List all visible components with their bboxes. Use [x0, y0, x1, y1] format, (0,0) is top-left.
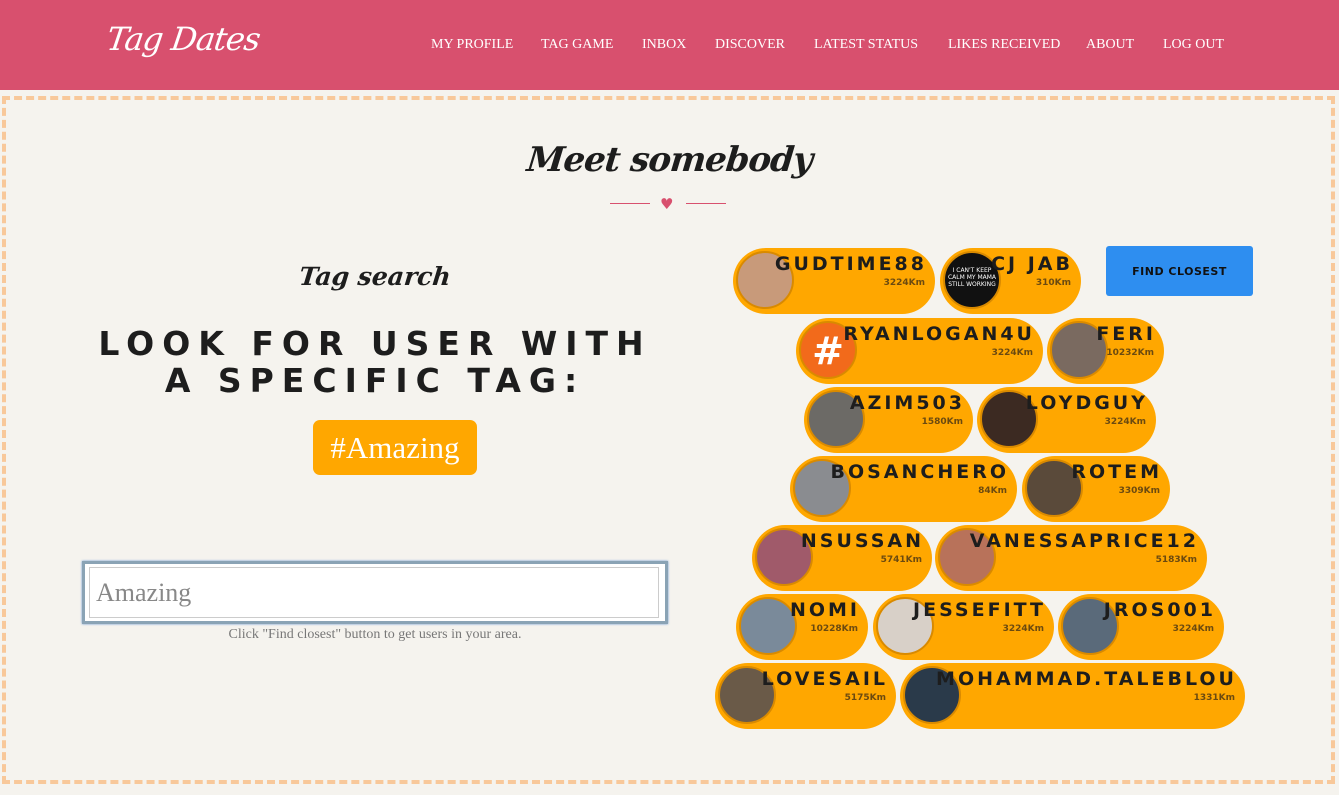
- page-title: Meet somebody: [524, 140, 815, 180]
- user-name: FERI: [1096, 323, 1156, 345]
- tag-search-box: [82, 561, 668, 624]
- nav-tag-game[interactable]: TAG GAME: [541, 37, 613, 53]
- user-avatar: [739, 597, 797, 655]
- user-pill-nsussan[interactable]: NSUSSAN 5741Km: [752, 525, 932, 591]
- user-distance: 310Km: [1035, 278, 1071, 288]
- nav-inbox[interactable]: INBOX: [642, 37, 686, 53]
- user-name: MOHAMMAD.TALEBLOU: [936, 668, 1237, 690]
- search-hint: Click "Find closest" button to get users…: [228, 627, 522, 642]
- user-name: NSUSSAN: [800, 530, 924, 552]
- tag-search-heading: Tag search: [297, 262, 453, 291]
- user-pill-bosanchero[interactable]: BOSANCHERO 84Km: [790, 456, 1017, 522]
- nav-latest-status[interactable]: LATEST STATUS: [814, 37, 918, 53]
- user-pill-jros001[interactable]: JROS001 3224Km: [1058, 594, 1224, 660]
- user-pill-lovesail[interactable]: LOVESAIL 5175Km: [715, 663, 896, 729]
- user-distance: 3224Km: [1002, 624, 1044, 634]
- user-name: CJ JAB: [991, 253, 1073, 275]
- look-for-heading: LOOK FOR USER WITH A SPECIFIC TAG:: [98, 324, 652, 400]
- user-pill-rotem[interactable]: ROTEM 3309Km: [1022, 456, 1170, 522]
- user-distance: 1580Km: [921, 417, 963, 427]
- user-pill-azim503[interactable]: AZIM503 1580Km: [804, 387, 973, 453]
- user-name: JESSEFITT: [913, 599, 1046, 621]
- current-tag-badge: #Amazing: [313, 420, 477, 475]
- user-name: LOVESAIL: [761, 668, 888, 690]
- user-pill-jessefitt[interactable]: JESSEFITT 3224Km: [873, 594, 1054, 660]
- user-distance: 1331Km: [1193, 693, 1235, 703]
- user-name: BOSANCHERO: [830, 461, 1009, 483]
- user-pill-vanessaprice12[interactable]: VANESSAPRICE12 5183Km: [935, 525, 1207, 591]
- heart-icon: ♥: [660, 195, 674, 213]
- user-distance: 5175Km: [844, 693, 886, 703]
- user-name: NOMI: [789, 599, 860, 621]
- top-navbar: Tag Dates MY PROFILE TAG GAME INBOX DISC…: [0, 0, 1339, 90]
- user-distance: 10228Km: [810, 624, 858, 634]
- user-pill-ryanlogan4u[interactable]: # RYANLOGAN4U 3224Km: [796, 318, 1043, 384]
- user-distance: 5183Km: [1155, 555, 1197, 565]
- user-distance: 3224Km: [1104, 417, 1146, 427]
- user-name: RYANLOGAN4U: [843, 323, 1035, 345]
- user-distance: 3309Km: [1118, 486, 1160, 496]
- user-distance: 5741Km: [880, 555, 922, 565]
- tag-search-input[interactable]: [89, 567, 659, 618]
- main-nav: MY PROFILE TAG GAME INBOX DISCOVER LATES…: [0, 37, 1339, 57]
- nav-discover[interactable]: DISCOVER: [715, 37, 785, 53]
- user-pill-mohammad-taleblou[interactable]: MOHAMMAD.TALEBLOU 1331Km: [900, 663, 1245, 729]
- user-distance: 3224Km: [883, 278, 925, 288]
- divider-line-right: [686, 203, 726, 204]
- nav-likes-received[interactable]: LIKES RECEIVED: [948, 37, 1060, 53]
- find-closest-button[interactable]: FIND CLOSEST: [1106, 246, 1253, 296]
- title-divider: ♥: [610, 195, 726, 213]
- user-pill-gudtime88[interactable]: GUDTIME88 3224Km: [733, 248, 935, 314]
- user-name: ROTEM: [1071, 461, 1162, 483]
- user-distance: 10232Km: [1106, 348, 1154, 358]
- user-name: GUDTIME88: [774, 253, 927, 275]
- user-pill-cj-jab[interactable]: I CAN'T KEEP CALM MY MAMA STILL WORKING …: [940, 248, 1081, 314]
- user-name: LOYDGUY: [1025, 392, 1148, 414]
- user-pill-nomi[interactable]: NOMI 10228Km: [736, 594, 868, 660]
- user-distance: 3224Km: [991, 348, 1033, 358]
- user-distance: 84Km: [978, 486, 1007, 496]
- user-pill-loydguy[interactable]: LOYDGUY 3224Km: [977, 387, 1156, 453]
- user-name: JROS001: [1103, 599, 1216, 621]
- user-name: AZIM503: [849, 392, 965, 414]
- nav-my-profile[interactable]: MY PROFILE: [431, 37, 513, 53]
- user-distance: 3224Km: [1172, 624, 1214, 634]
- divider-line-left: [610, 203, 650, 204]
- user-name: VANESSAPRICE12: [969, 530, 1199, 552]
- user-pill-feri[interactable]: FERI 10232Km: [1047, 318, 1164, 384]
- nav-log-out[interactable]: LOG OUT: [1163, 37, 1224, 53]
- nav-about[interactable]: ABOUT: [1086, 37, 1134, 53]
